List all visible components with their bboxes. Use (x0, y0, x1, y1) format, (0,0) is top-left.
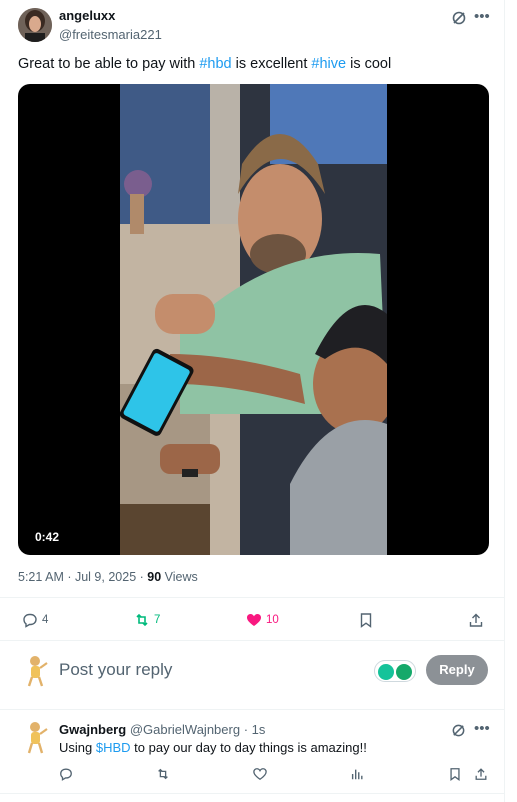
video-thumbnail (120, 84, 387, 555)
tweet-text-segment: is excellent (231, 56, 312, 72)
reply-button[interactable]: Reply (426, 655, 488, 685)
divider (0, 640, 505, 641)
avatar[interactable] (22, 721, 50, 755)
divider (0, 597, 505, 598)
repost-icon[interactable] (156, 767, 170, 786)
like-count: 10 (266, 614, 279, 626)
reply-text: Using $HBD to pay our day to day things … (59, 740, 367, 755)
tweet-text-segment: is cool (346, 56, 392, 72)
repost-action[interactable]: 7 (134, 612, 160, 628)
bookmark-icon[interactable] (448, 767, 462, 786)
more-icon[interactable]: ••• (474, 720, 490, 737)
grammarly-icon[interactable] (374, 660, 416, 682)
repost-icon (136, 613, 148, 627)
views-label: Views (161, 570, 198, 584)
views-count: 90 (147, 570, 162, 584)
post-meta: 5:21 AM · Jul 9, 2025 · 90 Views (18, 570, 198, 584)
heart-icon[interactable] (253, 767, 267, 786)
reply-text-segment: Using (59, 740, 96, 755)
reply-author: Gwajnberg @GabrielWajnberg · 1s (59, 722, 265, 737)
grok-icon[interactable] (451, 723, 466, 738)
hashtag-hbd[interactable]: #hbd (199, 56, 231, 72)
post-date[interactable]: Jul 9, 2025 (75, 570, 136, 584)
grok-icon[interactable] (451, 10, 467, 26)
bookmark-icon (360, 613, 372, 628)
post-time[interactable]: 5:21 AM (18, 570, 64, 584)
divider (0, 709, 505, 710)
reply-author-handle[interactable]: @GabrielWajnberg (130, 722, 240, 737)
reply-text-segment: to pay our day to day things is amazing!… (130, 740, 367, 755)
meta-separator: · (136, 570, 148, 584)
bookmark-action[interactable] (358, 612, 374, 628)
meta-separator: · (63, 570, 75, 584)
author-handle[interactable]: @freitesmaria221 (59, 27, 162, 42)
like-action[interactable]: 10 (246, 612, 279, 628)
tweet-text: Great to be able to pay with #hbd is exc… (18, 56, 391, 72)
post-detail: angeluxx @freitesmaria221 ••• Great to b… (0, 0, 505, 802)
divider (0, 793, 505, 794)
reply-author-name[interactable]: Gwajnberg (59, 722, 126, 737)
repost-count: 7 (154, 614, 161, 626)
hashtag-hive[interactable]: #hive (311, 56, 346, 72)
share-action[interactable] (468, 612, 484, 628)
views-icon[interactable] (350, 767, 364, 786)
cashtag-hbd[interactable]: $HBD (96, 740, 131, 755)
grammarly-g-icon[interactable] (396, 664, 412, 680)
heart-icon (247, 614, 261, 626)
grammarly-bulb-icon[interactable] (378, 664, 394, 680)
reply-action[interactable]: 4 (22, 612, 48, 628)
reply-input[interactable]: Post your reply (59, 660, 172, 680)
tweet-text-segment: Great to be able to pay with (18, 56, 200, 72)
avatar[interactable] (18, 8, 52, 42)
author-name[interactable]: angeluxx (59, 8, 115, 23)
video-player[interactable]: 0:42 (18, 84, 489, 555)
share-icon[interactable] (474, 767, 488, 786)
share-icon (469, 613, 483, 627)
avatar (22, 655, 50, 687)
video-duration: 0:42 (29, 528, 66, 546)
reply-icon[interactable] (59, 767, 73, 786)
reply-icon (23, 613, 37, 628)
reply-count: 4 (42, 614, 49, 626)
reply-time[interactable]: · 1s (240, 722, 266, 737)
more-icon[interactable]: ••• (474, 8, 490, 25)
